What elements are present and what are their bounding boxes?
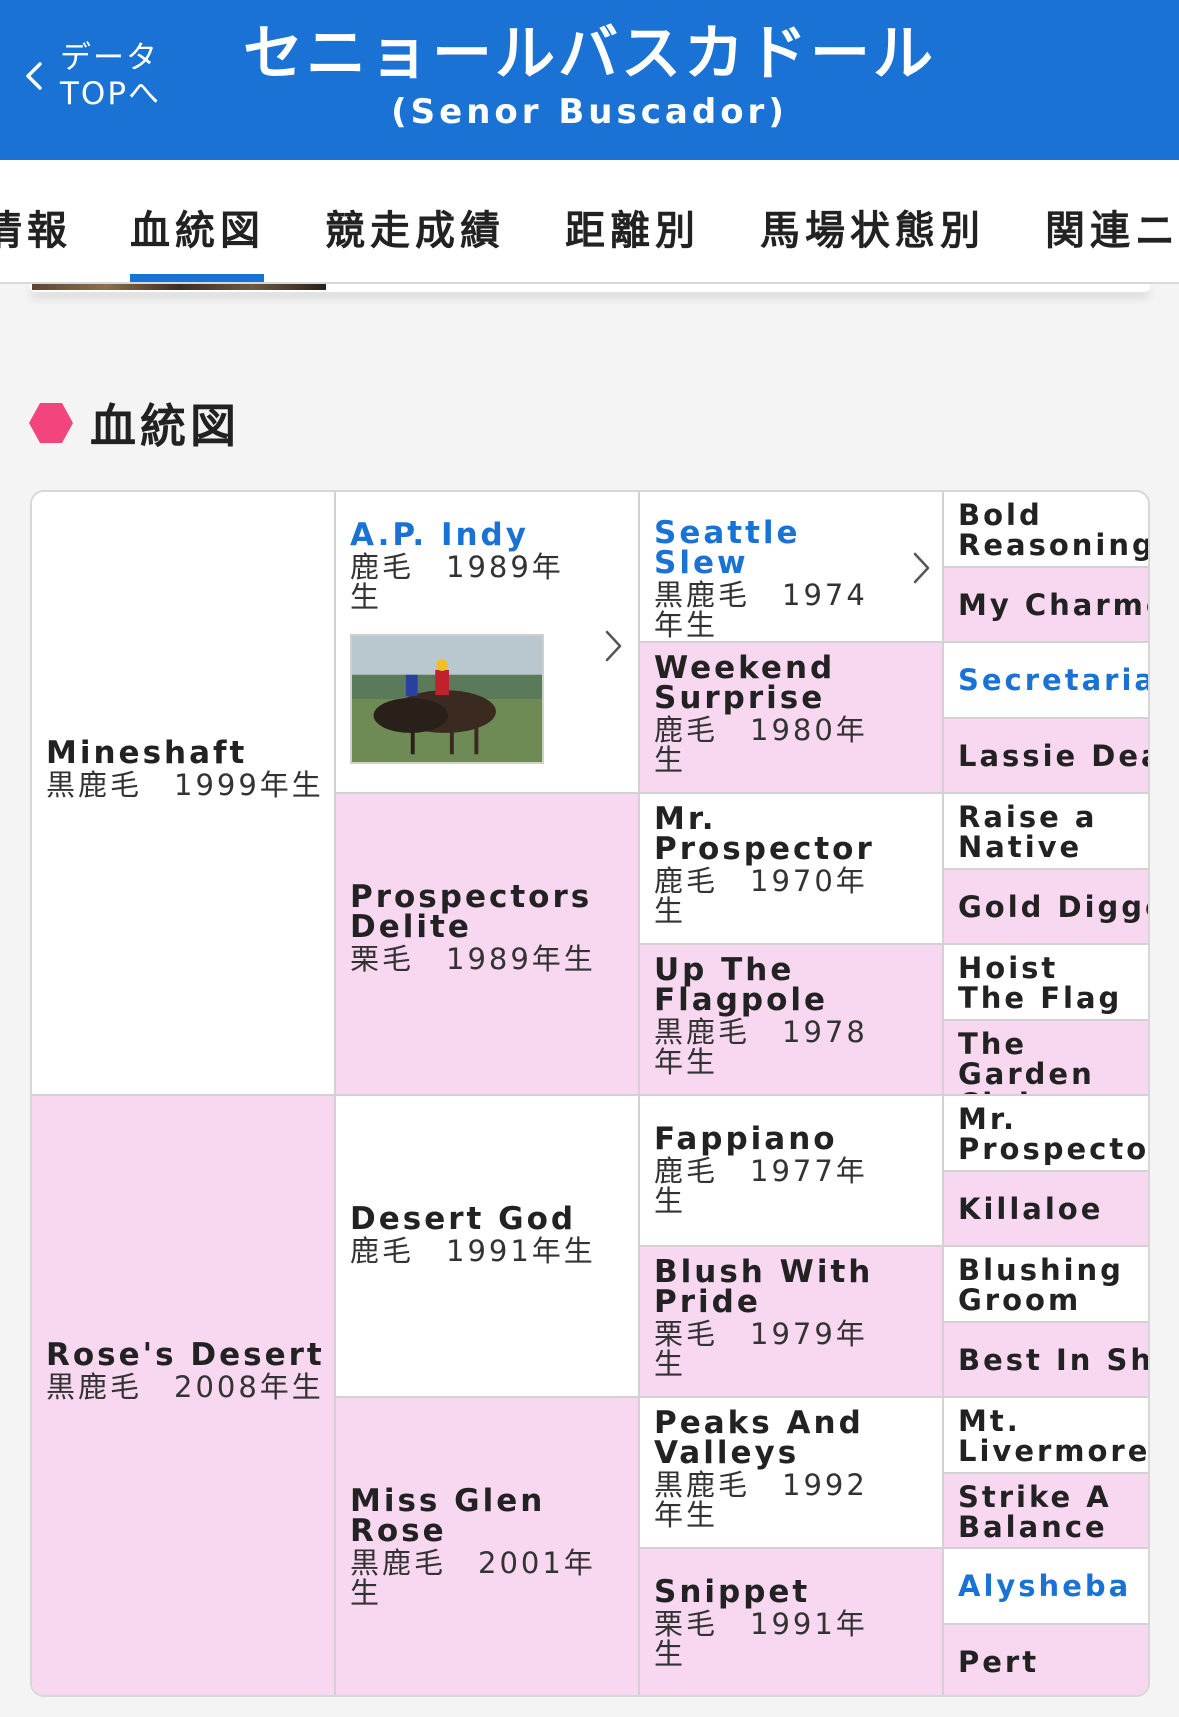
horse-info: 黒鹿毛 1992年生 [654, 1468, 868, 1532]
sire-sire[interactable]: A.P. Indy 鹿毛 1989年生 [336, 492, 640, 794]
horse-info: 黒鹿毛 1999年生 [46, 768, 324, 802]
horse-info: 栗毛 1989年生 [350, 942, 596, 976]
dam[interactable]: Rose's Desert 黒鹿毛 2008年生 [32, 1096, 336, 1695]
gen4-ancestor-13[interactable]: Mt. Livermore [944, 1398, 1150, 1474]
gen4-ancestor-7[interactable]: Hoist The Flag [944, 945, 1148, 1021]
horse-info: 鹿毛 1970年生 [654, 864, 868, 928]
gen4-ancestor-5[interactable]: Raise a Native [944, 794, 1148, 870]
horse-name: Pert [958, 1645, 1040, 1679]
horse-name-link[interactable]: Alysheba [958, 1571, 1148, 1601]
tab-info[interactable]: 情報 [0, 198, 72, 256]
gen4-ancestor-9[interactable]: Mr. Prospector [944, 1096, 1150, 1172]
horse-racing-photo[interactable] [350, 634, 544, 764]
horse-name: Lassie Dear [958, 739, 1148, 773]
gen3-ancestor-3[interactable]: Mr. Prospector 鹿毛 1970年生 [640, 794, 944, 945]
gen4-ancestor-11[interactable]: Blushing Groom [944, 1247, 1148, 1323]
chevron-left-icon [26, 62, 42, 90]
horse-name-link[interactable]: Seattle Slew [654, 518, 894, 579]
gen4-ancestor-12[interactable]: Best In Show [944, 1323, 1150, 1398]
horse-name: Bold Reasoning [958, 498, 1150, 562]
horse-name: Best In Show [958, 1343, 1150, 1377]
horse-info: 黒鹿毛 1974年生 [654, 578, 868, 642]
horse-name: Snippet [654, 1574, 811, 1610]
tab-pedigree[interactable]: 血統図 [130, 198, 265, 256]
horse-name: Mr. Prospector [654, 801, 875, 867]
gen4-ancestor-10[interactable]: Killaloe [944, 1172, 1148, 1247]
horse-name: Mineshaft [46, 735, 248, 771]
horse-name: My Charmer [958, 588, 1148, 622]
gen3-ancestor-5[interactable]: Fappiano 鹿毛 1977年生 [640, 1096, 944, 1247]
horse-info: 黒鹿毛 1978年生 [654, 1015, 868, 1079]
hexagon-icon [29, 403, 73, 443]
gen3-ancestor-8[interactable]: Snippet 栗毛 1991年生 [640, 1549, 944, 1695]
horse-name: Blush With Pride [654, 1254, 874, 1320]
tab-by-distance[interactable]: 距離別 [565, 198, 700, 256]
tab-race-results[interactable]: 競走成績 [325, 198, 505, 256]
gen3-ancestor-1[interactable]: Seattle Slew 黒鹿毛 1974年生 [640, 492, 944, 643]
horse-name: Up The Flagpole [654, 952, 829, 1018]
horse-info: 栗毛 1979年生 [654, 1317, 868, 1381]
horse-name: Rose's Desert [46, 1337, 325, 1373]
horse-name: Killaloe [958, 1192, 1104, 1226]
horse-info: 鹿毛 1989年生 [350, 550, 564, 614]
horse-info: 黒鹿毛 2008年生 [46, 1370, 324, 1404]
horse-name: Mr. Prospector [958, 1102, 1150, 1166]
horse-name-link[interactable]: Secretariat [958, 665, 1148, 695]
gen3-ancestor-4[interactable]: Up The Flagpole 黒鹿毛 1978年生 [640, 945, 944, 1096]
horse-name: Weekend Surprise [654, 650, 836, 716]
gen3-ancestor-6[interactable]: Blush With Pride 栗毛 1979年生 [640, 1247, 944, 1398]
horse-info: 鹿毛 1991年生 [350, 1234, 596, 1268]
horse-info: 鹿毛 1977年生 [654, 1154, 868, 1218]
dam-sire[interactable]: Desert God 鹿毛 1991年生 [336, 1096, 640, 1398]
horse-name: The Garden Club [958, 1027, 1095, 1094]
horse-name: Desert God [350, 1201, 577, 1237]
tab-by-track-condition[interactable]: 馬場状態別 [760, 198, 985, 256]
horse-name: Mt. Livermore [958, 1404, 1150, 1468]
sire-dam[interactable]: Prospectors Delite 栗毛 1989年生 [336, 794, 640, 1096]
dam-dam[interactable]: Miss Glen Rose 黒鹿毛 2001年生 [336, 1398, 640, 1695]
tab-bar: 情報 血統図 競走成績 距離別 馬場状態別 関連ニ [0, 160, 1179, 284]
horse-name: Fappiano [654, 1121, 838, 1157]
horse-name: Blushing Groom [958, 1253, 1124, 1317]
horse-name: Miss Glen Rose [350, 1483, 546, 1549]
section-title: 血統図 [90, 399, 240, 453]
gen4-ancestor-14[interactable]: Strike A Balance [944, 1474, 1148, 1549]
horse-info: 黒鹿毛 2001年生 [350, 1546, 596, 1610]
section-heading: 血統図 [28, 390, 240, 456]
sire[interactable]: Mineshaft 黒鹿毛 1999年生 [32, 492, 336, 1096]
pedigree-chart: Mineshaft 黒鹿毛 1999年生 Rose's Desert 黒鹿毛 2… [30, 490, 1150, 1697]
image-strip [32, 284, 326, 290]
horse-name: Prospectors Delite [350, 879, 593, 945]
gen4-ancestor-16[interactable]: Pert [944, 1625, 1148, 1695]
horse-name: Strike A Balance [958, 1480, 1112, 1544]
gen4-ancestor-2[interactable]: My Charmer [944, 568, 1148, 643]
horse-name-link[interactable]: A.P. Indy [350, 520, 590, 551]
horse-info: 鹿毛 1980年生 [654, 713, 868, 777]
tab-related-news[interactable]: 関連ニ [1045, 198, 1179, 256]
chevron-right-icon[interactable] [602, 628, 624, 664]
gen4-ancestor-6[interactable]: Gold Digger [944, 870, 1148, 945]
gen4-ancestor-15[interactable]: Alysheba [944, 1549, 1148, 1625]
page-subtitle: (Senor Buscador) [391, 92, 788, 132]
horse-info: 栗毛 1991年生 [654, 1607, 868, 1671]
horse-name: Hoist The Flag [958, 951, 1123, 1015]
horse-name: Raise a Native [958, 800, 1098, 864]
gen4-ancestor-3[interactable]: Secretariat [944, 643, 1148, 719]
horse-name: Gold Digger [958, 890, 1148, 924]
gen4-ancestor-1[interactable]: Bold Reasoning [944, 492, 1150, 568]
app-header: データ TOPへ セニョールバスカドール (Senor Buscador) [0, 0, 1179, 160]
gen4-ancestor-4[interactable]: Lassie Dear [944, 719, 1148, 794]
horse-name: Peaks And Valleys [654, 1405, 864, 1471]
gen3-ancestor-7[interactable]: Peaks And Valleys 黒鹿毛 1992年生 [640, 1398, 944, 1549]
chevron-right-icon[interactable] [910, 550, 932, 586]
page-title: セニョールバスカドール [243, 19, 936, 89]
gen4-ancestor-8[interactable]: The Garden Club [944, 1021, 1148, 1096]
active-tab-indicator [130, 274, 264, 282]
gen3-ancestor-2[interactable]: Weekend Surprise 鹿毛 1980年生 [640, 643, 944, 794]
